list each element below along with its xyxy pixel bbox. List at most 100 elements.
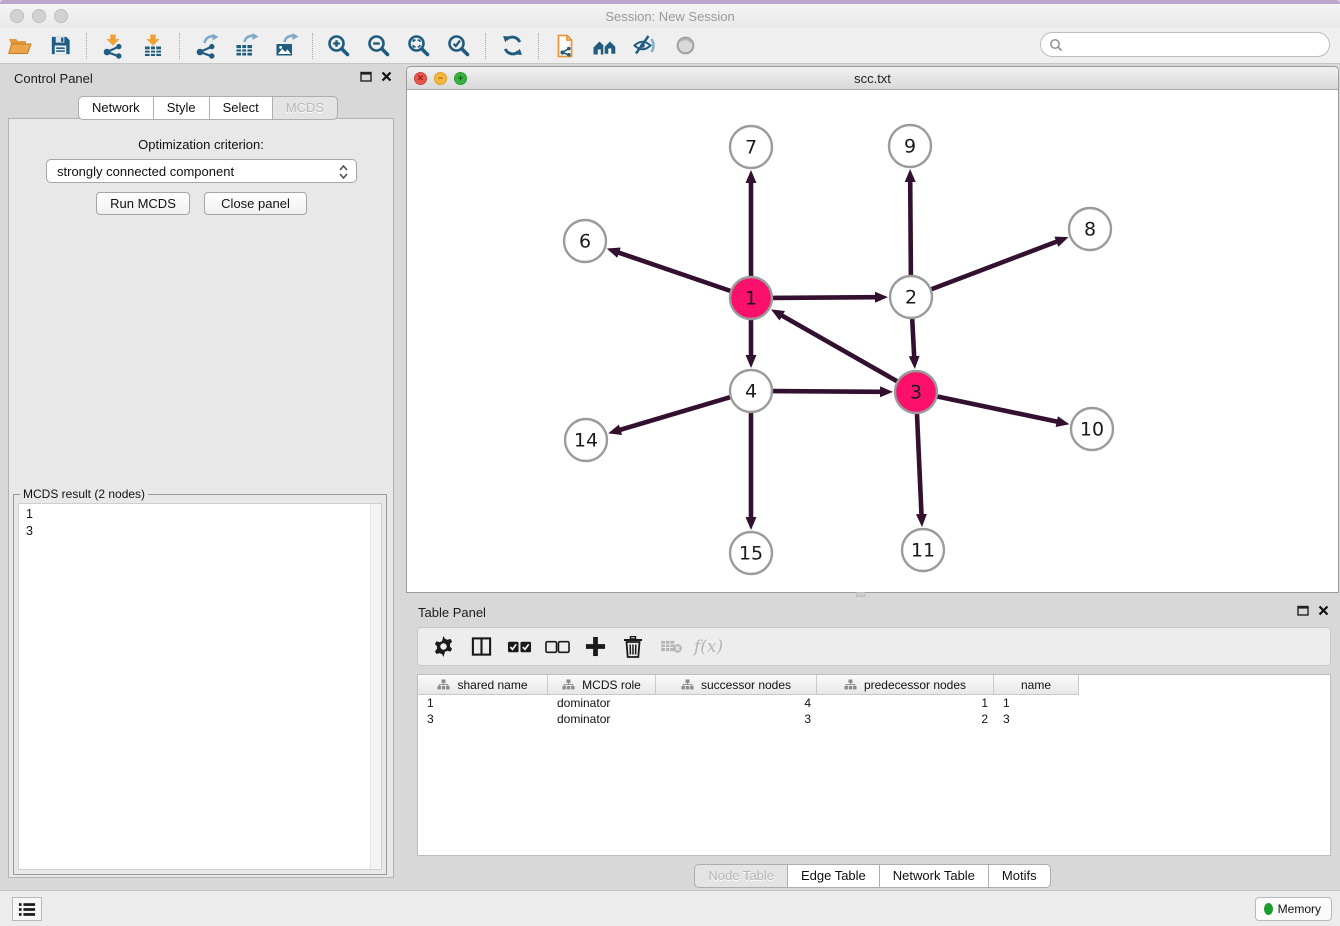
select-stepper-icon [338, 163, 349, 184]
column-header-name[interactable]: name [994, 675, 1079, 695]
column-header-successor-nodes[interactable]: successor nodes [656, 675, 817, 695]
refresh-view-button[interactable] [492, 30, 532, 62]
search-input[interactable] [1068, 35, 1329, 55]
graph-edge-1-6[interactable] [618, 252, 732, 291]
export-network-button[interactable] [186, 30, 226, 62]
task-history-button[interactable] [12, 897, 42, 921]
graph-node-label-9: 9 [904, 136, 916, 158]
cell-successor-nodes[interactable]: 3 [656, 712, 817, 726]
column-sort-icon [681, 679, 694, 690]
zoom-selected-button[interactable] [439, 30, 479, 62]
cell-predecessor-nodes[interactable]: 1 [817, 696, 994, 710]
deselect-all-button[interactable] [538, 631, 576, 663]
deselect-all-icon [545, 640, 570, 654]
tab-motifs[interactable]: Motifs [988, 864, 1051, 888]
cell-name[interactable]: 1 [994, 696, 1079, 710]
graph-edge-3-10[interactable] [936, 396, 1058, 422]
graph-edge-4-3[interactable] [771, 391, 881, 392]
column-header-predecessor-nodes[interactable]: predecessor nodes [817, 675, 994, 695]
zoom-fit-button[interactable] [399, 30, 439, 62]
criterion-select[interactable]: strongly connected component [46, 159, 357, 183]
network-window-titlebar[interactable]: ✕ − + scc.txt [407, 67, 1338, 90]
cell-MCDS-role[interactable]: dominator [548, 712, 656, 726]
memory-status-icon [1264, 903, 1273, 915]
home-layout-button[interactable] [585, 30, 625, 62]
delete-table-button[interactable] [652, 631, 690, 663]
run-mcds-button[interactable]: Run MCDS [96, 192, 190, 215]
show-hide-graphics-details-button[interactable] [625, 30, 665, 62]
cell-name[interactable]: 3 [994, 712, 1079, 726]
memory-button[interactable]: Memory [1255, 897, 1332, 921]
show-column-button[interactable] [462, 631, 500, 663]
mcds-result-title: MCDS result (2 nodes) [20, 487, 148, 501]
zoom-in-icon [326, 33, 352, 59]
criterion-selected-value: strongly connected component [57, 164, 234, 179]
workspace: Control Panel NetworkStyleSelectMCDS Opt… [0, 64, 1340, 891]
cell-predecessor-nodes[interactable]: 2 [817, 712, 994, 726]
column-header-label: successor nodes [701, 678, 791, 692]
close-panel-button[interactable]: Close panel [204, 192, 307, 215]
select-all-button[interactable] [500, 631, 538, 663]
graph-node-label-10: 10 [1080, 419, 1104, 441]
table-row[interactable]: 3dominator323 [418, 711, 1330, 727]
cell-successor-nodes[interactable]: 4 [656, 696, 817, 710]
tab-node-table[interactable]: Node Table [694, 864, 787, 888]
graph-edge-4-14[interactable] [620, 397, 732, 430]
import-table-button[interactable] [133, 30, 173, 62]
open-session-button[interactable] [0, 30, 40, 62]
export-image-button[interactable] [266, 30, 306, 62]
graph-edge-2-3[interactable] [912, 317, 914, 357]
tab-edge-table[interactable]: Edge Table [787, 864, 879, 888]
search-field[interactable] [1040, 32, 1330, 57]
mcds-result-lines: 13 [19, 504, 381, 540]
table-panel-header: Table Panel [406, 600, 1339, 624]
network-canvas-svg: 7968124314101511 [407, 90, 1338, 592]
network-canvas[interactable]: 7968124314101511 [407, 90, 1338, 592]
close-panel-icon[interactable] [381, 71, 392, 82]
export-table-button[interactable] [226, 30, 266, 62]
graph-edge-1-2[interactable] [771, 297, 876, 298]
tab-network[interactable]: Network [78, 96, 153, 120]
node-table[interactable]: shared nameMCDS role successor nodes prede… [417, 674, 1331, 856]
mcds-result-textarea[interactable]: 13 [18, 503, 382, 870]
plus-icon [585, 636, 606, 657]
delete-table-icon [660, 639, 683, 654]
tab-style[interactable]: Style [153, 96, 209, 120]
zoom-in-button[interactable] [319, 30, 359, 62]
birdseye-view-icon [673, 33, 698, 58]
cell-MCDS-role[interactable]: dominator [548, 696, 656, 710]
table-row[interactable]: 1dominator411 [418, 695, 1330, 711]
graph-edge-2-8[interactable] [930, 241, 1058, 290]
close-panel-icon[interactable] [1318, 605, 1329, 616]
network-window-title: scc.txt [407, 71, 1338, 86]
float-panel-icon[interactable] [360, 71, 372, 82]
function-builder-button[interactable]: f(x) [694, 637, 723, 657]
cell-shared-name[interactable]: 1 [418, 696, 548, 710]
graph-edge-3-11[interactable] [917, 412, 922, 515]
tab-mcds[interactable]: MCDS [272, 96, 338, 120]
result-scrollbar[interactable] [370, 504, 381, 869]
column-header-label: name [1021, 678, 1051, 692]
clone-network-button[interactable] [545, 30, 585, 62]
table-panel-tabs: Node TableEdge TableNetwork TableMotifs [406, 864, 1339, 888]
delete-row-button[interactable] [614, 631, 652, 663]
tab-network-table[interactable]: Network Table [879, 864, 988, 888]
graph-node-label-1: 1 [745, 288, 757, 310]
import-network-button[interactable] [93, 30, 133, 62]
column-header-shared-name[interactable]: shared name [418, 675, 548, 695]
add-row-button[interactable] [576, 631, 614, 663]
open-folder-icon [7, 33, 33, 59]
splitter-handle[interactable] [856, 592, 865, 597]
column-header-MCDS-role[interactable]: MCDS role [548, 675, 656, 695]
table-toolbar: f(x) [417, 627, 1331, 666]
save-session-button[interactable] [40, 30, 80, 62]
graph-edge-3-1[interactable] [781, 315, 898, 382]
cell-shared-name[interactable]: 3 [418, 712, 548, 726]
tab-select[interactable]: Select [209, 96, 272, 120]
zoom-out-button[interactable] [359, 30, 399, 62]
float-panel-icon[interactable] [1297, 605, 1309, 616]
graph-edge-2-9[interactable] [910, 181, 911, 277]
table-settings-button[interactable] [424, 631, 462, 663]
search-icon [1049, 38, 1063, 52]
birdseye-view-button[interactable] [665, 30, 705, 62]
